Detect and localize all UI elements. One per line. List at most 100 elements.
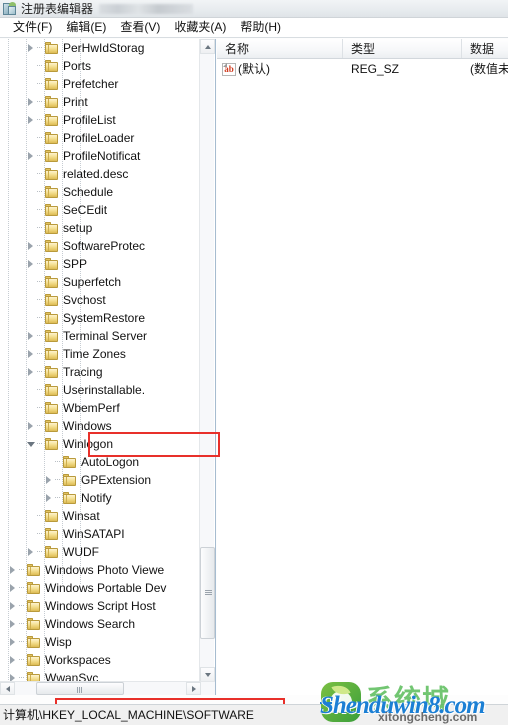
tree-item[interactable]: Superfetch [0, 273, 200, 291]
value-name-cell[interactable]: ab (默认) [217, 59, 343, 79]
tree-item[interactable]: SPP [0, 255, 200, 273]
tree-item[interactable]: PerHwIdStorag [0, 39, 200, 57]
tree-item-label: GPExtension [81, 473, 152, 487]
chevron-right-icon[interactable] [26, 255, 37, 273]
menu-favorites[interactable]: 收藏夹(A) [167, 18, 233, 37]
chevron-right-icon[interactable] [26, 93, 37, 111]
table-row[interactable]: ab (默认) REG_SZ (数值未 [217, 59, 508, 79]
chevron-right-icon[interactable] [26, 39, 37, 57]
list-column-header[interactable]: 名称 类型 数据 [217, 39, 508, 59]
tree-item[interactable]: Windows Script Host [0, 597, 200, 615]
chevron-right-icon[interactable] [26, 417, 37, 435]
folder-icon [26, 563, 42, 577]
scroll-down-button[interactable] [200, 667, 215, 682]
tree-item[interactable]: Prefetcher [0, 75, 200, 93]
horizontal-scroll-thumb[interactable] [36, 682, 124, 695]
column-name[interactable]: 名称 [217, 39, 343, 58]
tree-connector [37, 543, 44, 561]
tree-item[interactable]: Wisp [0, 633, 200, 651]
chevron-right-icon[interactable] [26, 363, 37, 381]
chevron-right-icon[interactable] [26, 111, 37, 129]
tree-item[interactable]: Winsat [0, 507, 200, 525]
tree-item[interactable]: Windows Search [0, 615, 200, 633]
tree-item[interactable]: Tracing [0, 363, 200, 381]
tree-item[interactable]: ProfileList [0, 111, 200, 129]
tree-item[interactable]: Terminal Server [0, 327, 200, 345]
folder-icon [44, 329, 60, 343]
tree-item-label: Windows [63, 419, 112, 433]
folder-icon [26, 635, 42, 649]
tree-item[interactable]: GPExtension [0, 471, 200, 489]
tree-item[interactable]: ProfileLoader [0, 129, 200, 147]
tree-horizontal-scrollbar[interactable] [0, 681, 215, 695]
folder-icon [44, 59, 60, 73]
tree-item[interactable]: Svchost [0, 291, 200, 309]
tree-item[interactable]: Time Zones [0, 345, 200, 363]
vertical-scroll-thumb[interactable] [200, 547, 215, 639]
tree-item[interactable]: Workspaces [0, 651, 200, 669]
chevron-right-icon[interactable] [26, 543, 37, 561]
chevron-right-icon[interactable] [44, 471, 55, 489]
chevron-right-icon[interactable] [8, 633, 19, 651]
registry-tree-panel[interactable]: PerHwIdStorag Ports Prefetcher Print Profile… [0, 39, 216, 695]
menu-help[interactable]: 帮助(H) [233, 18, 288, 37]
scroll-up-button[interactable] [200, 39, 215, 54]
tree-item[interactable]: SystemRestore [0, 309, 200, 327]
chevron-right-icon[interactable] [26, 147, 37, 165]
menu-view[interactable]: 查看(V) [113, 18, 167, 37]
chevron-right-icon[interactable] [26, 237, 37, 255]
tree-connector [37, 309, 44, 327]
tree-item-label: Windows Photo Viewe [45, 563, 165, 577]
tree-connector [55, 489, 62, 507]
scroll-left-button[interactable] [0, 682, 15, 695]
tree-connector [37, 525, 44, 543]
menu-edit[interactable]: 编辑(E) [59, 18, 113, 37]
tree-item[interactable]: AutoLogon [0, 453, 200, 471]
column-type[interactable]: 类型 [343, 39, 462, 58]
tree-item[interactable]: Winlogon [0, 435, 200, 453]
tree-item[interactable]: WUDF [0, 543, 200, 561]
tree-item-label: ProfileList [63, 113, 116, 127]
tree-item[interactable]: Schedule [0, 183, 200, 201]
tree-item[interactable]: Windows [0, 417, 200, 435]
tree-connector [37, 381, 44, 399]
tree-item[interactable]: Notify [0, 489, 200, 507]
chevron-right-icon[interactable] [8, 597, 19, 615]
chevron-right-icon[interactable] [26, 345, 37, 363]
value-data-cell: (数值未 [470, 62, 508, 76]
chevron-right-icon[interactable] [8, 651, 19, 669]
tree-item-label: WinSATAPI [63, 527, 125, 541]
tree-item[interactable]: WbemPerf [0, 399, 200, 417]
chevron-down-icon[interactable] [26, 435, 37, 453]
tree-item[interactable]: Userinstallable. [0, 381, 200, 399]
tree-item[interactable]: setup [0, 219, 200, 237]
tree-item[interactable]: Ports [0, 57, 200, 75]
tree-item[interactable]: related.desc [0, 165, 200, 183]
registry-values-panel[interactable]: 名称 类型 数据 ab (默认) REG_SZ (数值未 [217, 39, 508, 695]
tree-vertical-scrollbar[interactable] [199, 39, 215, 682]
chevron-right-icon[interactable] [44, 489, 55, 507]
chevron-right-icon[interactable] [8, 615, 19, 633]
tree-item[interactable]: Windows Portable Dev [0, 579, 200, 597]
tree-item-list[interactable]: PerHwIdStorag Ports Prefetcher Print Profile… [0, 39, 200, 682]
tree-item[interactable]: Print [0, 93, 200, 111]
column-data[interactable]: 数据 [462, 39, 508, 58]
chevron-right-icon[interactable] [8, 579, 19, 597]
tree-item-label: Windows Search [45, 617, 136, 631]
tree-item[interactable]: SoftwareProtec [0, 237, 200, 255]
tree-viewport[interactable]: PerHwIdStorag Ports Prefetcher Print Profile… [0, 39, 200, 682]
tree-item-label: Userinstallable. [63, 383, 146, 397]
tree-item[interactable]: WinSATAPI [0, 525, 200, 543]
scroll-right-button[interactable] [186, 682, 201, 695]
tree-item[interactable]: Windows Photo Viewe [0, 561, 200, 579]
chevron-right-icon[interactable] [26, 327, 37, 345]
tree-item-label: AutoLogon [81, 455, 140, 469]
tree-item[interactable]: SeCEdit [0, 201, 200, 219]
menu-file[interactable]: 文件(F) [6, 18, 59, 37]
folder-icon [62, 491, 78, 505]
tree-item[interactable]: ProfileNotificat [0, 147, 200, 165]
folder-icon [26, 581, 42, 595]
chevron-right-icon[interactable] [8, 561, 19, 579]
